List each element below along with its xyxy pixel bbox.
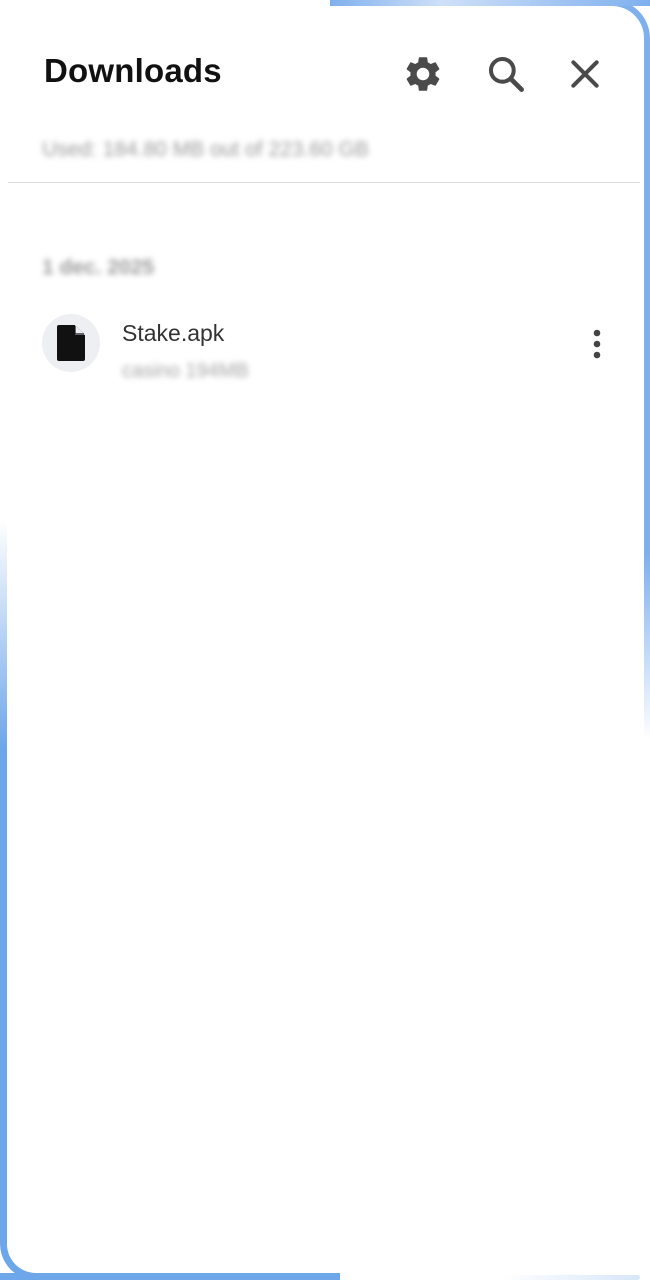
search-button[interactable]	[482, 50, 530, 98]
settings-button[interactable]	[399, 50, 447, 98]
download-list-item[interactable]: Stake.apk casino 194MB	[30, 300, 626, 392]
frame-border-top	[330, 0, 650, 6]
date-section-header: 1 dec. 2025	[42, 256, 155, 279]
file-name: Stake.apk	[122, 320, 225, 346]
frame-border-left	[0, 520, 340, 1280]
storage-usage-text: Used: 184.80 MB out of 223.60 GB	[42, 138, 369, 161]
downloads-screen: Downloads Used: 184.80 MB out of 223.60 …	[0, 0, 650, 1280]
file-meta: casino 194MB	[122, 360, 249, 382]
file-thumbnail	[42, 314, 100, 372]
more-vertical-icon	[593, 329, 601, 359]
close-button[interactable]	[561, 50, 609, 98]
file-icon	[57, 325, 85, 361]
gear-icon	[406, 57, 440, 91]
search-icon	[488, 56, 524, 92]
frame-border-bottom-right	[500, 1275, 640, 1280]
frame-border-bottom	[0, 1273, 340, 1280]
page-title: Downloads	[44, 52, 222, 89]
more-options-button[interactable]	[582, 320, 612, 368]
header-divider	[8, 182, 640, 183]
close-icon	[571, 60, 599, 88]
